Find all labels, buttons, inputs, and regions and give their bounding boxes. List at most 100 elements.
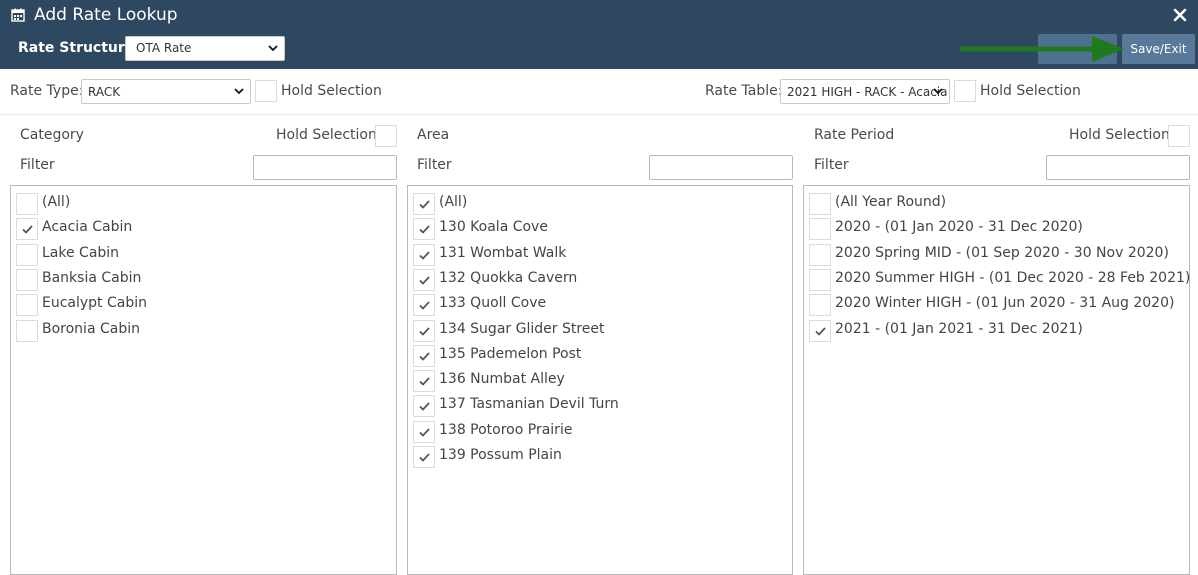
item-label: 133 Quoll Cove xyxy=(439,295,547,312)
item-label: Boronia Cabin xyxy=(42,320,140,337)
dialog-title: Add Rate Lookup xyxy=(34,5,178,25)
item-checkbox[interactable] xyxy=(413,420,435,443)
rate-table-select[interactable]: 2021 HIGH - RACK - Acacia xyxy=(780,79,950,104)
checkmark-icon xyxy=(419,326,430,336)
item-checkbox[interactable] xyxy=(809,268,831,291)
list-item[interactable]: 136 Numbat Alley xyxy=(408,367,792,393)
rate-period-title: Rate Period xyxy=(814,127,895,143)
checkmark-icon xyxy=(419,301,430,310)
list-item[interactable]: 137 Tasmanian Devil Turn xyxy=(408,392,792,418)
rate-type-value: RACK xyxy=(88,85,121,99)
item-checkbox[interactable] xyxy=(16,218,38,241)
list-item[interactable]: Banksia Cabin xyxy=(11,266,396,291)
item-label: (All) xyxy=(439,194,468,210)
list-item[interactable]: (All Year Round) xyxy=(804,190,1189,215)
list-item[interactable]: 2020 - (01 Jan 2020 - 31 Dec 2020) xyxy=(804,215,1189,241)
item-checkbox[interactable] xyxy=(16,294,38,317)
item-checkbox[interactable] xyxy=(413,395,435,418)
item-label: 135 Pademelon Post xyxy=(439,345,582,362)
rate-period-filter-input[interactable] xyxy=(1046,155,1190,180)
annotation-arrow-icon xyxy=(959,36,1124,62)
item-checkbox[interactable] xyxy=(16,243,38,266)
category-title: Category xyxy=(20,127,84,143)
item-label: 2020 Summer HIGH - (01 Dec 2020 - 28 Feb… xyxy=(835,269,1191,286)
save-exit-button[interactable]: Save/Exit xyxy=(1122,34,1195,64)
checkmark-icon xyxy=(419,453,430,462)
rate-structure-value: OTA Rate xyxy=(136,41,192,55)
item-label: 130 Koala Cove xyxy=(439,219,548,236)
category-hold-checkbox[interactable] xyxy=(375,125,397,147)
list-item[interactable]: 132 Quokka Cavern xyxy=(408,266,792,291)
list-item[interactable]: (All) xyxy=(11,190,396,215)
item-checkbox[interactable] xyxy=(809,319,831,342)
item-checkbox[interactable] xyxy=(413,218,435,241)
item-checkbox[interactable] xyxy=(16,319,38,342)
checkmark-icon xyxy=(419,377,430,386)
item-label: 2020 Spring MID - (01 Sep 2020 - 30 Nov … xyxy=(835,244,1169,261)
item-checkbox[interactable] xyxy=(413,243,435,266)
item-checkbox[interactable] xyxy=(809,218,831,241)
list-item[interactable]: 131 Wombat Walk xyxy=(408,241,792,266)
chevron-down-icon xyxy=(268,45,278,52)
list-item[interactable]: Lake Cabin xyxy=(11,241,396,266)
list-item[interactable]: Eucalypt Cabin xyxy=(11,291,396,317)
item-label: 134 Sugar Glider Street xyxy=(439,320,605,337)
list-item[interactable]: 133 Quoll Cove xyxy=(408,291,792,317)
list-item[interactable]: 134 Sugar Glider Street xyxy=(408,317,792,342)
item-label: 2020 - (01 Jan 2020 - 31 Dec 2020) xyxy=(835,219,1083,236)
list-item[interactable]: 139 Possum Plain xyxy=(408,443,792,468)
list-item[interactable]: Acacia Cabin xyxy=(11,215,396,241)
rate-type-hold-checkbox[interactable] xyxy=(255,80,277,102)
filter-toolbar: Rate Type: RACK Hold Selection Rate Tabl… xyxy=(0,69,1198,115)
item-checkbox[interactable] xyxy=(413,370,435,393)
list-item[interactable]: 138 Potoroo Prairie xyxy=(408,418,792,443)
item-checkbox[interactable] xyxy=(413,446,435,468)
rate-period-filter-label: Filter xyxy=(814,157,849,173)
item-checkbox[interactable] xyxy=(809,193,831,215)
item-label: Lake Cabin xyxy=(42,244,120,261)
rate-type-select[interactable]: RACK xyxy=(81,79,251,104)
category-filter-input[interactable] xyxy=(253,155,397,180)
item-checkbox[interactable] xyxy=(809,243,831,266)
checkmark-icon xyxy=(419,352,430,361)
checkmark-icon xyxy=(419,225,430,235)
item-label: 131 Wombat Walk xyxy=(439,244,567,261)
list-item[interactable]: 135 Pademelon Post xyxy=(408,342,792,367)
area-title: Area xyxy=(417,127,450,143)
list-item[interactable]: 2021 - (01 Jan 2021 - 31 Dec 2021) xyxy=(804,317,1189,342)
rate-structure-select[interactable]: OTA Rate xyxy=(125,36,285,61)
rate-period-hold-label: Hold Selection xyxy=(1069,127,1170,143)
area-filter-label: Filter xyxy=(417,157,452,173)
list-item[interactable]: 130 Koala Cove xyxy=(408,215,792,241)
item-checkbox[interactable] xyxy=(413,344,435,367)
item-label: 132 Quokka Cavern xyxy=(439,269,578,286)
list-item[interactable]: 2020 Spring MID - (01 Sep 2020 - 30 Nov … xyxy=(804,241,1189,266)
item-label: 2021 - (01 Jan 2021 - 31 Dec 2021) xyxy=(835,320,1083,337)
area-filter-input[interactable] xyxy=(649,155,793,180)
item-checkbox[interactable] xyxy=(413,294,435,317)
list-item[interactable]: Boronia Cabin xyxy=(11,317,396,342)
dialog-header: Add Rate Lookup Rate Structure: OTA Rate… xyxy=(0,0,1198,69)
list-item[interactable]: (All) xyxy=(408,190,792,215)
item-label: Acacia Cabin xyxy=(42,219,133,236)
item-checkbox[interactable] xyxy=(16,268,38,291)
rate-table-hold-label: Hold Selection xyxy=(980,83,1081,99)
rate-period-hold-checkbox[interactable] xyxy=(1168,125,1190,147)
item-checkbox[interactable] xyxy=(413,319,435,342)
item-checkbox[interactable] xyxy=(413,268,435,291)
item-label: 2020 Winter HIGH - (01 Jun 2020 - 31 Aug… xyxy=(835,295,1175,312)
calendar-icon xyxy=(11,8,25,22)
rate-table-label: Rate Table: xyxy=(705,83,783,99)
item-checkbox[interactable] xyxy=(413,193,435,215)
list-item[interactable]: 2020 Summer HIGH - (01 Dec 2020 - 28 Feb… xyxy=(804,266,1191,291)
checkmark-icon xyxy=(419,276,430,285)
item-label: 139 Possum Plain xyxy=(439,447,562,463)
checkmark-icon xyxy=(419,200,430,209)
item-checkbox[interactable] xyxy=(16,193,38,215)
close-icon[interactable] xyxy=(1170,5,1190,25)
item-checkbox[interactable] xyxy=(809,294,831,317)
list-item[interactable]: 2020 Winter HIGH - (01 Jun 2020 - 31 Aug… xyxy=(804,291,1189,317)
rate-table-hold-checkbox[interactable] xyxy=(954,80,976,102)
category-list: (All) Acacia Cabin Lake Cabin Banksia Cabin… xyxy=(10,185,397,575)
rate-type-hold-label: Hold Selection xyxy=(281,83,382,99)
